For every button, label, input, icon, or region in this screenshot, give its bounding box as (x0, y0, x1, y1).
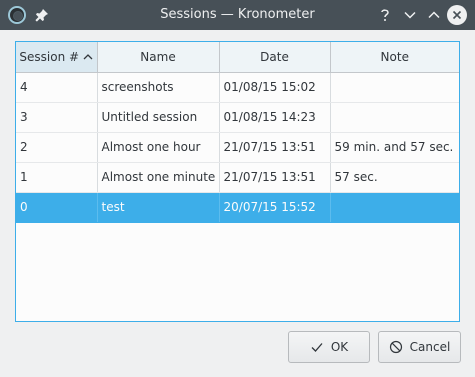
table-row[interactable]: 3 Untitled session 01/08/15 14:23 (16, 102, 459, 133)
cancel-button[interactable]: Cancel (378, 331, 461, 363)
cell-session-number: 3 (16, 102, 98, 133)
cell-session-number: 4 (16, 72, 98, 103)
title-bar: Sessions — Kronometer (0, 0, 475, 30)
cell-date: 21/07/15 13:51 (219, 132, 331, 163)
cell-date: 20/07/15 15:52 (219, 192, 331, 223)
table-row[interactable]: 4 screenshots 01/08/15 15:02 (16, 72, 459, 103)
cell-name: Almost one minute (97, 162, 220, 193)
cell-date: 01/08/15 14:23 (219, 102, 331, 133)
cell-name: test (97, 192, 220, 223)
cancel-icon (389, 340, 402, 354)
cell-note[interactable]: 57 sec. (330, 162, 459, 193)
table-row-selected[interactable]: 0 test 20/07/15 15:52 (16, 192, 459, 223)
cell-name: Untitled session (97, 102, 220, 133)
cell-session-number: 2 (16, 132, 98, 163)
table-header: Session # Name Date Note (16, 42, 459, 73)
cell-name: screenshots (97, 72, 220, 103)
checkmark-icon (311, 343, 323, 352)
cell-note[interactable]: 59 min. and 57 sec. (330, 132, 459, 163)
sessions-table[interactable]: Session # Name Date Note 4 screenshots 0… (15, 41, 460, 322)
cancel-button-label: Cancel (409, 340, 451, 354)
table-row[interactable]: 1 Almost one minute 21/07/15 13:51 57 se… (16, 162, 459, 193)
maximize-icon[interactable] (424, 5, 444, 25)
column-header-note[interactable]: Note (330, 42, 459, 73)
column-header-label: Session # (19, 49, 80, 64)
cell-note[interactable] (330, 192, 459, 223)
close-icon (452, 10, 462, 20)
column-header-session-number[interactable]: Session # (16, 42, 98, 73)
ok-button-label: OK (330, 340, 349, 354)
help-icon[interactable] (375, 5, 395, 25)
cell-note[interactable] (330, 102, 459, 133)
sort-ascending-icon (83, 54, 93, 60)
cell-note[interactable] (330, 72, 459, 103)
cell-session-number: 1 (16, 162, 98, 193)
close-button[interactable] (447, 5, 467, 25)
cell-date: 21/07/15 13:51 (219, 162, 331, 193)
column-header-date[interactable]: Date (219, 42, 331, 73)
column-header-name[interactable]: Name (97, 42, 220, 73)
minimize-icon[interactable] (400, 5, 420, 25)
cell-session-number: 0 (16, 192, 98, 223)
table-row[interactable]: 2 Almost one hour 21/07/15 13:51 59 min.… (16, 132, 459, 163)
ok-button[interactable]: OK (288, 331, 370, 363)
cell-date: 01/08/15 15:02 (219, 72, 331, 103)
cell-name: Almost one hour (97, 132, 220, 163)
